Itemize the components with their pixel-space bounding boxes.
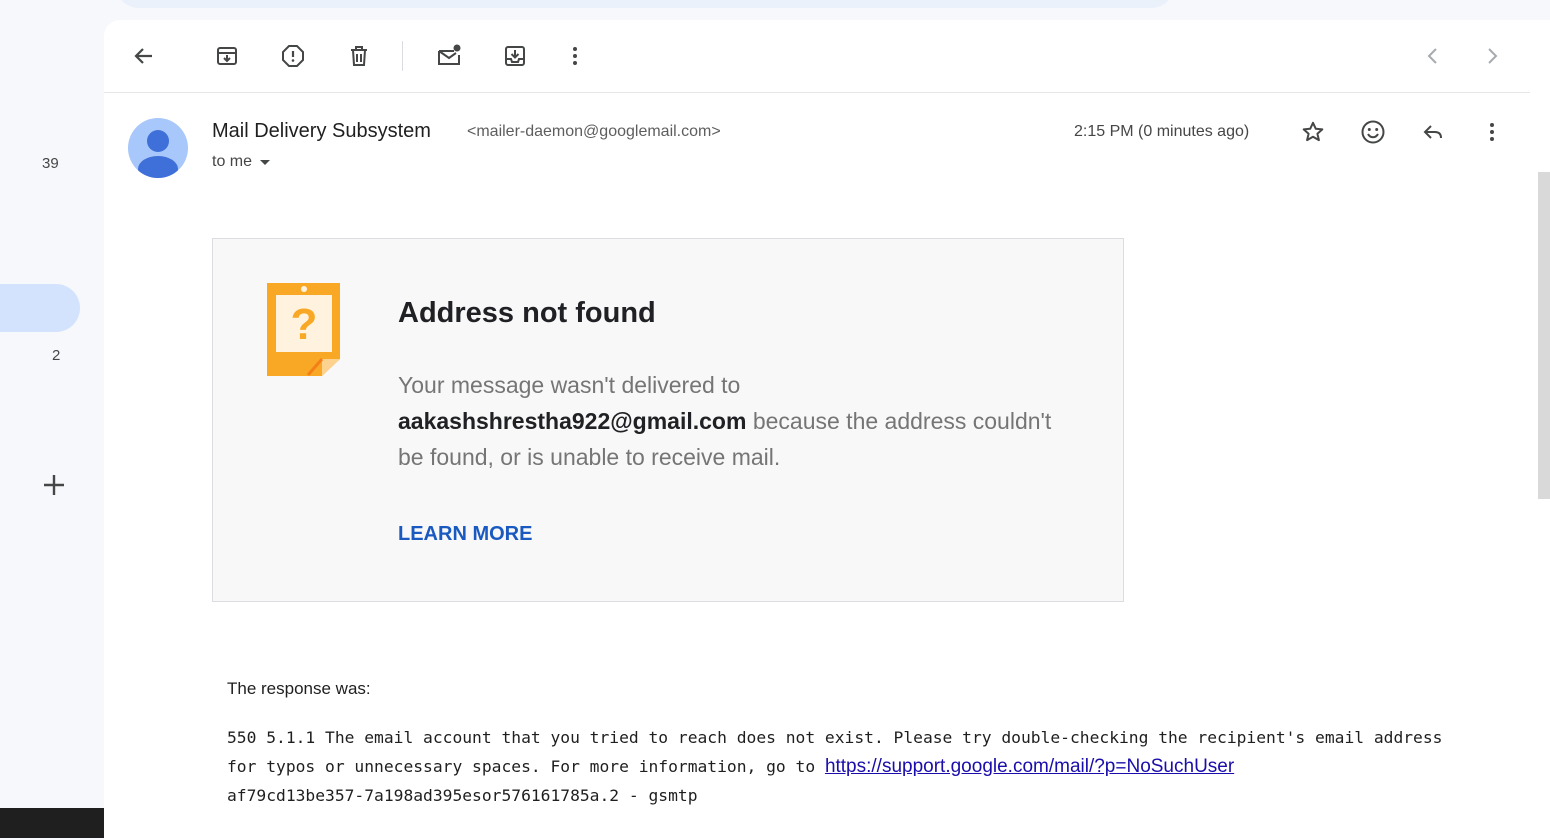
toolbar-divider (402, 41, 403, 71)
search-bar-edge (115, 0, 1175, 8)
warning-document-icon: ? (267, 283, 341, 376)
move-to-icon[interactable] (495, 36, 535, 76)
sender-email: <mailer-daemon@googlemail.com> (467, 123, 721, 140)
learn-more-link[interactable]: LEARN MORE (398, 523, 532, 546)
smtp-response: 550 5.1.1 The email account that you tri… (227, 723, 1467, 810)
delete-icon[interactable] (339, 36, 379, 76)
star-icon[interactable] (1293, 112, 1333, 152)
response-label: The response was: (227, 679, 371, 698)
support-link[interactable]: https://support.google.com/mail/?p=NoSuc… (825, 756, 1234, 777)
report-spam-icon[interactable] (273, 36, 313, 76)
inbox-unread-count: 39 (42, 155, 59, 172)
archive-icon[interactable] (207, 36, 247, 76)
message-timestamp: 2:15 PM (0 minutes ago) (1074, 123, 1250, 140)
bounce-message: Your message wasn't delivered to aakashs… (398, 367, 1078, 475)
message-toolbar (104, 20, 1530, 93)
back-arrow-icon[interactable] (124, 36, 164, 76)
more-vert-icon[interactable] (555, 36, 595, 76)
chevron-right-icon[interactable] (1472, 36, 1512, 76)
recipient-details-toggle[interactable]: to me (212, 153, 271, 171)
reply-icon[interactable] (1413, 112, 1453, 152)
caret-down-icon (260, 159, 271, 165)
add-label-icon[interactable] (40, 471, 68, 499)
smtp-response-id: af79cd13be357-7a198ad395esor576161785a.2… (227, 786, 698, 805)
svg-text:?: ? (291, 300, 318, 349)
scrollbar[interactable] (1538, 172, 1550, 499)
bounce-notice-card: ? Address not found Your message wasn't … (212, 238, 1124, 602)
bounce-message-prefix: Your message wasn't delivered to (398, 372, 741, 398)
nav-item-active[interactable] (0, 284, 80, 332)
emoji-icon[interactable] (1353, 112, 1393, 152)
chevron-left-icon[interactable] (1413, 36, 1453, 76)
mark-unread-icon[interactable] (429, 36, 469, 76)
bounce-title: Address not found (398, 297, 656, 329)
bounced-address: aakashshrestha922@gmail.com (398, 408, 747, 434)
avatar[interactable] (128, 118, 188, 178)
recipient-label: to me (212, 153, 253, 170)
sender-name[interactable]: Mail Delivery Subsystem (212, 120, 431, 143)
message-view: Mail Delivery Subsystem <mailer-daemon@g… (104, 20, 1550, 840)
message-more-icon[interactable] (1472, 112, 1512, 152)
nav-count: 2 (52, 347, 61, 364)
